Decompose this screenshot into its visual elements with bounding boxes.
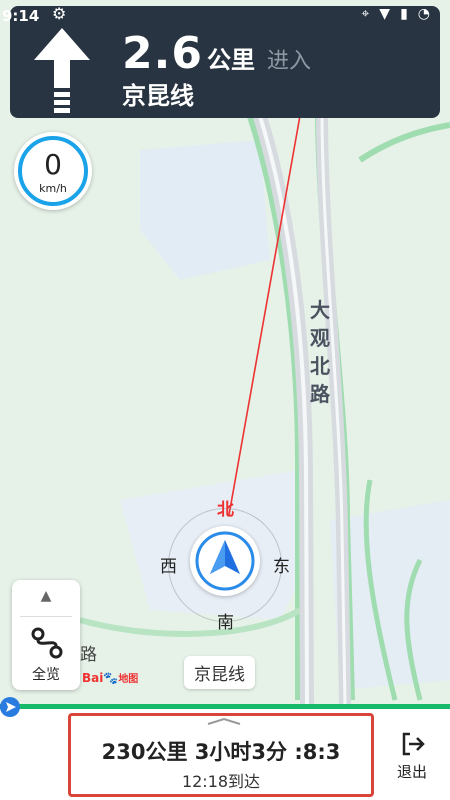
- next-road-name: 京昆线: [122, 82, 194, 110]
- compass-east: 东: [273, 557, 290, 577]
- location-button[interactable]: [190, 526, 260, 596]
- status-bar: 9:14 ⚙ ⌖ ▼ ▮ ◔: [0, 0, 450, 30]
- speed-unit: km/h: [39, 182, 67, 195]
- action-label: 进入: [266, 49, 311, 74]
- trip-summary-box[interactable]: 230公里 3小时3分 :8:3 12:18到达: [68, 713, 374, 797]
- trip-summary: 230公里 3小时3分 :8:3: [101, 740, 341, 764]
- location-icon: ⌖: [361, 6, 370, 22]
- arrival-time: 12:18到达: [181, 772, 261, 791]
- compass-west: 西: [160, 557, 177, 577]
- baidu-map-logo: Bai🐾地图: [82, 670, 138, 685]
- divider: [20, 616, 72, 617]
- logo-ditu: 地图: [118, 674, 139, 685]
- compass-north: 北: [217, 500, 234, 520]
- status-icons: ⌖ ▼ ▮ ◔: [361, 6, 430, 22]
- route-overview-icon[interactable]: [30, 626, 64, 660]
- road-label-partial: 路: [80, 645, 97, 665]
- distance-unit: 公里: [206, 46, 255, 74]
- current-road-chip: 京昆线: [184, 656, 255, 689]
- compass[interactable]: 北 西 东 南: [160, 500, 290, 633]
- exit-label: 退出: [396, 763, 427, 781]
- gear-icon: ⚙: [52, 4, 67, 23]
- logo-text: Bai: [82, 671, 104, 685]
- current-position-marker: [0, 697, 20, 717]
- navigation-arrow-icon: [195, 531, 255, 591]
- distance-value: 2.6: [122, 28, 203, 79]
- collapse-up-icon[interactable]: ▲: [12, 588, 80, 604]
- exit-icon: [402, 732, 425, 756]
- map-controls-panel: ▲ 全览: [12, 580, 80, 690]
- exit-button[interactable]: 退出: [384, 727, 440, 787]
- trip-summary-panel[interactable]: 230公里 3小时3分 :8:3 12:18到达 退出: [0, 709, 450, 800]
- paw-icon: 🐾: [103, 671, 119, 685]
- wifi-icon: ▼: [379, 6, 391, 22]
- road-label-daguan: 大观北路: [310, 298, 330, 406]
- battery-icon: ▮: [400, 6, 408, 22]
- night-mode-icon: ◔: [417, 6, 430, 22]
- overview-button[interactable]: 全览: [12, 664, 80, 684]
- speedometer: 0 km/h: [14, 132, 92, 210]
- distance-row: 2.6 公里 进入: [122, 28, 311, 79]
- status-time: 9:14: [2, 7, 40, 25]
- speed-value: 0: [44, 148, 62, 181]
- straight-arrow-icon: [34, 28, 90, 113]
- compass-south: 南: [217, 613, 234, 633]
